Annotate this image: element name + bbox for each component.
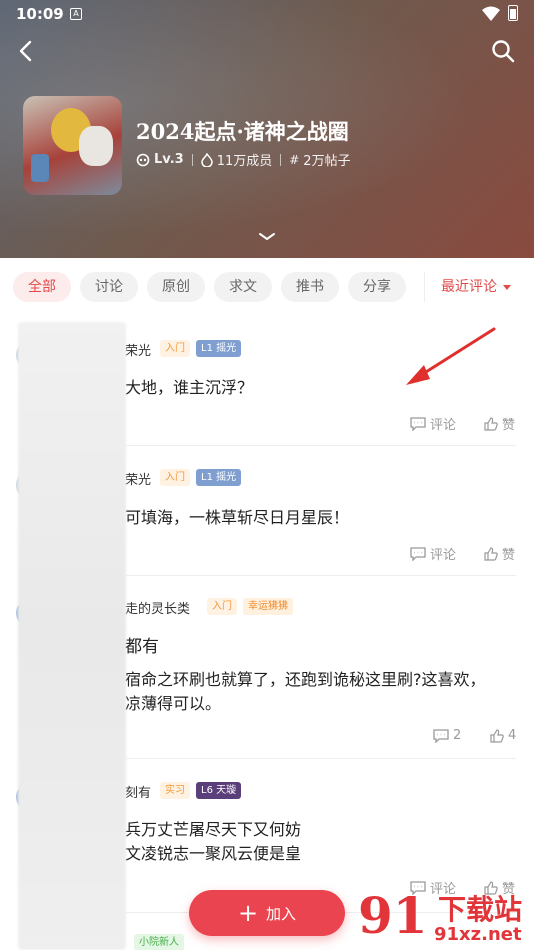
comment-button[interactable]: 2 bbox=[433, 728, 461, 743]
thumbs-up-icon bbox=[484, 416, 498, 431]
divider bbox=[126, 758, 516, 759]
circle-members: 11万成员 bbox=[216, 154, 273, 169]
thumbs-up-icon bbox=[490, 728, 504, 743]
circle-title: 2024起点·诸神之战圈 bbox=[136, 119, 349, 144]
post-text: 宿命之环刷也就算了，还跑到诡秘这里刷?这喜欢， bbox=[125, 670, 486, 689]
comment-icon bbox=[410, 546, 426, 561]
filter-tabs: 全部 讨论 原创 求文 推书 分享 最近评论 bbox=[0, 258, 534, 314]
author-name[interactable]: 荣光 bbox=[125, 340, 151, 359]
search-icon[interactable] bbox=[490, 38, 516, 64]
like-button[interactable]: 赞 bbox=[484, 414, 515, 433]
post-text: 凉薄得可以。 bbox=[125, 694, 222, 713]
comment-icon bbox=[410, 416, 426, 431]
circle-level: Lv.3 bbox=[154, 152, 184, 167]
sort-dropdown[interactable]: 最近评论 bbox=[424, 272, 511, 302]
rank-badge: 入门 bbox=[207, 598, 237, 615]
comment-button[interactable]: 评论 bbox=[410, 544, 456, 563]
watermark-title: 下载站 bbox=[438, 893, 523, 926]
like-label: 赞 bbox=[502, 548, 516, 563]
comment-count: 2 bbox=[453, 728, 462, 743]
watermark: 91 下载站 91xz.net bbox=[358, 886, 534, 950]
avatar-horse-shape bbox=[79, 126, 113, 166]
annotation-arrow-icon bbox=[406, 327, 496, 385]
join-label: 加入 bbox=[266, 904, 297, 923]
rank-badge: 入门 bbox=[160, 340, 190, 357]
post-text: 兵万丈芒屠尽天下又何妨 bbox=[125, 820, 302, 839]
meta-divider bbox=[280, 153, 282, 166]
watermark-url: 91xz.net bbox=[434, 924, 522, 945]
status-bar: 10:09 A bbox=[0, 0, 534, 28]
wifi-icon bbox=[482, 6, 500, 21]
fire-icon bbox=[200, 152, 213, 167]
level-badge: L1 摇光 bbox=[196, 469, 242, 486]
tab-original[interactable]: 原创 bbox=[147, 272, 205, 302]
status-time: 10:09 bbox=[16, 5, 64, 23]
comment-button[interactable]: 评论 bbox=[410, 414, 456, 433]
circle-meta: Lv.3 11万成员 # 2万帖子 bbox=[136, 150, 351, 169]
title-badge: 幸运狒狒 bbox=[243, 598, 293, 615]
post-text: 文凌锐志一聚风云便是皇 bbox=[125, 844, 302, 863]
level-badge: L1 摇光 bbox=[196, 340, 242, 357]
like-label: 赞 bbox=[502, 418, 516, 433]
battery-icon bbox=[508, 5, 518, 21]
author-name[interactable]: 刻有 bbox=[125, 782, 151, 801]
title-badge: 小院新人 bbox=[134, 934, 184, 950]
comment-icon bbox=[433, 728, 449, 743]
like-button[interactable]: 4 bbox=[490, 728, 516, 743]
notification-icon: A bbox=[70, 8, 82, 20]
circle-avatar bbox=[23, 96, 122, 195]
author-name[interactable]: 走的灵长类 bbox=[125, 598, 190, 617]
chevron-down-icon[interactable] bbox=[258, 232, 276, 242]
post-title: 都有 bbox=[125, 637, 159, 657]
divider bbox=[126, 575, 516, 576]
rank-badge: 实习 bbox=[160, 782, 190, 799]
tab-discussion[interactable]: 讨论 bbox=[80, 272, 138, 302]
level-badge: L6 天璇 bbox=[196, 782, 242, 799]
like-button[interactable]: 赞 bbox=[484, 544, 515, 563]
meta-divider bbox=[191, 153, 193, 166]
circle-posts: 2万帖子 bbox=[303, 154, 351, 169]
avatar-figure-shape bbox=[31, 154, 49, 182]
privacy-blur-overlay bbox=[18, 322, 126, 950]
thumbs-up-icon bbox=[484, 546, 498, 561]
post-text: 大地，谁主沉浮？ bbox=[125, 378, 254, 397]
tab-request[interactable]: 求文 bbox=[214, 272, 272, 302]
tab-all[interactable]: 全部 bbox=[13, 272, 71, 302]
post-text: 可填海，一株草斩尽日月星辰！ bbox=[125, 508, 350, 527]
comment-label: 评论 bbox=[430, 418, 457, 433]
tab-recommend[interactable]: 推书 bbox=[281, 272, 339, 302]
caret-down-icon bbox=[503, 284, 511, 290]
author-name[interactable]: 荣光 bbox=[125, 469, 151, 488]
circle-header: 10:09 A 2024起点·诸神之战圈 Lv.3 11万成员 # 2万帖子 bbox=[0, 0, 534, 258]
plus-icon: + bbox=[237, 899, 259, 927]
level-icon bbox=[136, 153, 150, 166]
sort-label: 最近评论 bbox=[441, 279, 497, 295]
watermark-logo: 91 bbox=[358, 886, 428, 945]
back-arrow-icon[interactable] bbox=[14, 38, 40, 64]
join-button[interactable]: + 加入 bbox=[189, 890, 345, 936]
rank-badge: 入门 bbox=[160, 469, 190, 486]
tab-share[interactable]: 分享 bbox=[348, 272, 406, 302]
divider bbox=[126, 445, 516, 446]
comment-label: 评论 bbox=[430, 548, 457, 563]
like-count: 4 bbox=[508, 728, 517, 743]
hashtag-icon: # bbox=[289, 152, 300, 167]
